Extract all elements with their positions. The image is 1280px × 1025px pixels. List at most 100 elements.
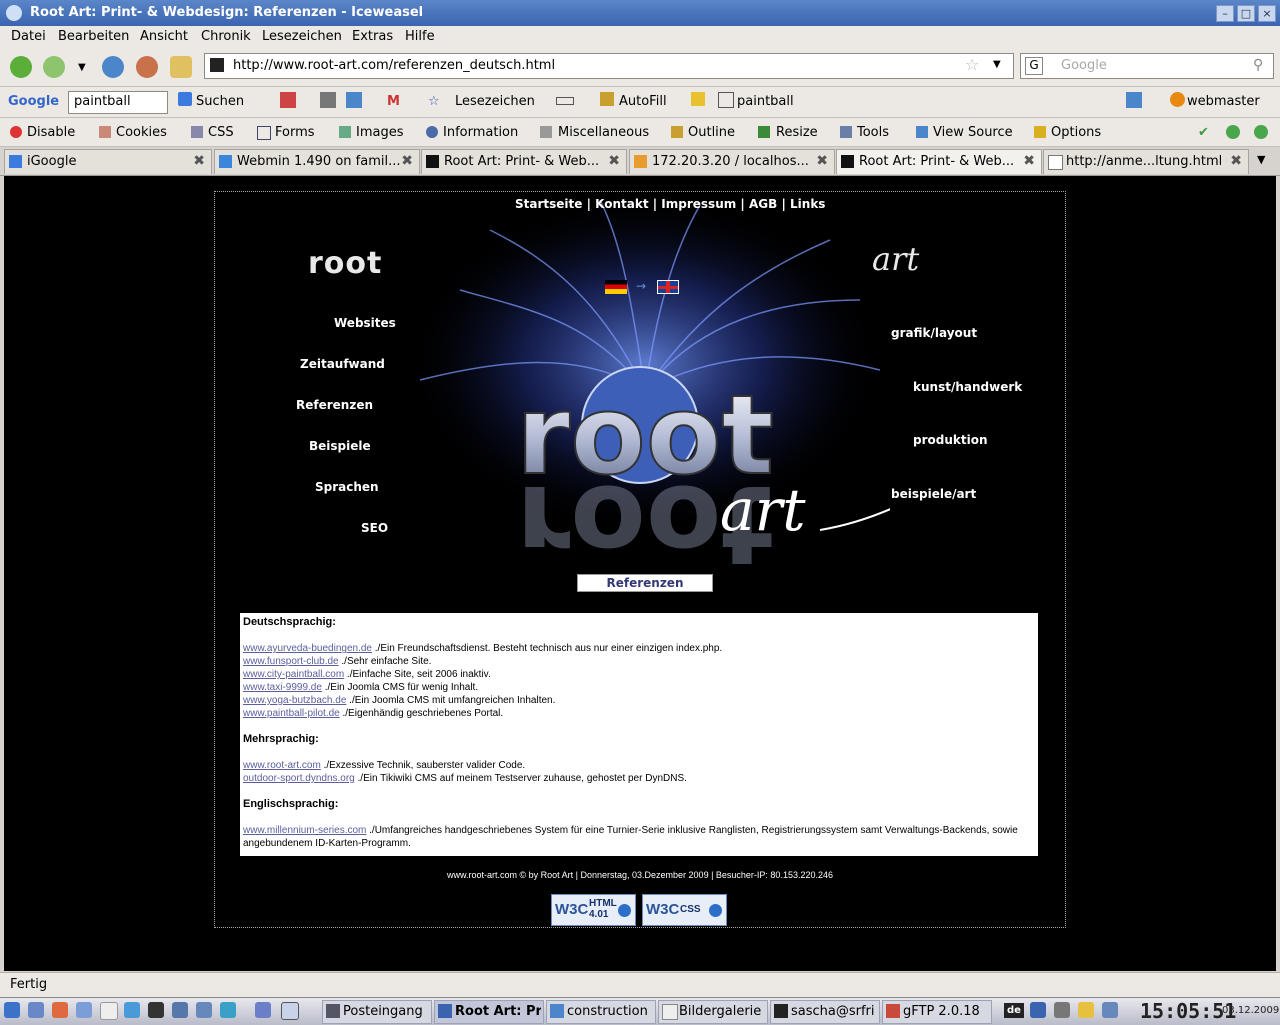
forward-icon[interactable] xyxy=(43,56,65,78)
menu-bearbeiten[interactable]: Bearbeiten xyxy=(58,29,129,44)
google-query-input[interactable]: paintball xyxy=(68,91,168,114)
tab-close-icon[interactable]: ✖ xyxy=(608,153,620,169)
volume-icon[interactable] xyxy=(1054,1002,1070,1018)
news-icon[interactable] xyxy=(320,92,336,108)
tab-close-icon[interactable]: ✖ xyxy=(401,153,413,169)
dev-options[interactable]: Options xyxy=(1051,125,1101,140)
dev-tools[interactable]: Tools xyxy=(857,125,889,140)
w3c-html-badge[interactable]: W3C HTML 4.01 xyxy=(551,894,636,926)
reference-link[interactable]: www.city-paintball.com xyxy=(243,669,344,680)
minimize-icon[interactable]: – xyxy=(1216,5,1234,22)
dev-view-source[interactable]: View Source xyxy=(933,125,1013,140)
bookmark-star-icon[interactable]: ☆ xyxy=(965,55,979,74)
nav-grafik-layout[interactable]: grafik/layout xyxy=(891,326,977,340)
google-engine-icon[interactable]: G xyxy=(1025,57,1043,75)
dev-cookies[interactable]: Cookies xyxy=(116,125,167,140)
tab-root-art-1[interactable]: Root Art: Print- & Web... ✖ xyxy=(421,149,627,174)
display-icon[interactable] xyxy=(1102,1002,1118,1018)
desktop-pager-1-icon[interactable] xyxy=(255,1002,271,1018)
wrench-icon[interactable] xyxy=(1126,92,1142,108)
css-valid-icon[interactable] xyxy=(1226,125,1240,139)
maximize-icon[interactable]: □ xyxy=(1237,5,1255,22)
menu-datei[interactable]: Datei xyxy=(11,29,46,44)
reference-link[interactable]: www.ayurveda-buedingen.de xyxy=(243,643,372,654)
stop-icon[interactable] xyxy=(136,56,158,78)
home-icon[interactable] xyxy=(170,56,192,78)
google-search-button[interactable]: Suchen xyxy=(196,94,244,109)
autofill-button[interactable]: AutoFill xyxy=(619,94,667,109)
dev-information[interactable]: Information xyxy=(443,125,518,140)
html-valid-icon[interactable] xyxy=(1254,125,1268,139)
bookmarks-toolbar-icon[interactable] xyxy=(280,92,296,108)
nav-seo[interactable]: SEO xyxy=(361,521,388,535)
menu-chronik[interactable]: Chronik xyxy=(201,29,251,44)
task-root-art[interactable]: Root Art: Pri xyxy=(434,1000,544,1024)
close-icon[interactable]: × xyxy=(1258,5,1276,22)
mail-icon[interactable] xyxy=(196,1002,212,1018)
search-box[interactable]: G Google ⚲ xyxy=(1020,53,1274,79)
account-button[interactable]: webmaster xyxy=(1187,94,1260,109)
plus-icon[interactable] xyxy=(346,92,362,108)
reference-link[interactable]: www.yoga-butzbach.de xyxy=(243,695,346,706)
nav-websites[interactable]: Websites xyxy=(334,316,396,330)
task-construction[interactable]: construction xyxy=(546,1000,656,1024)
nav-referenzen[interactable]: Referenzen xyxy=(296,398,373,412)
w3c-css-badge[interactable]: W3C CSS xyxy=(642,894,727,926)
menu-lesezeichen[interactable]: Lesezeichen xyxy=(262,29,342,44)
file-manager-icon[interactable] xyxy=(76,1002,92,1018)
tab-anmeldung[interactable]: http://anme...ltung.html ✖ xyxy=(1043,149,1249,174)
dev-outline[interactable]: Outline xyxy=(688,125,735,140)
tab-close-icon[interactable]: ✖ xyxy=(1230,153,1242,169)
menu-ansicht[interactable]: Ansicht xyxy=(140,29,188,44)
star-icon[interactable]: ☆ xyxy=(428,94,440,109)
home-folder-icon[interactable] xyxy=(52,1002,68,1018)
package-icon[interactable] xyxy=(124,1002,140,1018)
tab-close-icon[interactable]: ✖ xyxy=(193,153,205,169)
menu-extras[interactable]: Extras xyxy=(352,29,393,44)
sidewiki-icon[interactable] xyxy=(556,97,574,105)
show-desktop-icon[interactable] xyxy=(28,1002,44,1018)
tab-close-icon[interactable]: ✖ xyxy=(816,153,828,169)
task-gftp[interactable]: gFTP 2.0.18 xyxy=(882,1000,992,1024)
top-navigation[interactable]: Startseite | Kontakt | Impressum | AGB |… xyxy=(515,197,825,211)
reference-link[interactable]: www.root-art.com xyxy=(243,760,321,771)
menu-hilfe[interactable]: Hilfe xyxy=(405,29,435,44)
highlight-icon[interactable] xyxy=(691,92,705,106)
task-posteingang[interactable]: Posteingang xyxy=(322,1000,432,1024)
url-dropdown-icon[interactable]: ▼ xyxy=(993,59,1001,70)
reference-link[interactable]: www.funsport-club.de xyxy=(243,656,339,667)
tab-phpmyadmin[interactable]: 172.20.3.20 / localhos... ✖ xyxy=(629,149,835,174)
flag-german-icon[interactable] xyxy=(605,280,627,294)
messenger-icon[interactable] xyxy=(220,1002,236,1018)
dev-forms[interactable]: Forms xyxy=(275,125,315,140)
tab-close-icon[interactable]: ✖ xyxy=(1023,153,1035,169)
nav-zeitaufwand[interactable]: Zeitaufwand xyxy=(300,357,385,371)
find-term-button[interactable]: paintball xyxy=(737,94,794,109)
tab-list-dropdown-icon[interactable]: ▼ xyxy=(1257,153,1265,166)
terminal-icon[interactable] xyxy=(148,1002,164,1018)
tab-root-art-active[interactable]: Root Art: Print- & Web... ✖ xyxy=(836,149,1042,174)
tab-igoogle[interactable]: iGoogle ✖ xyxy=(4,149,212,174)
url-bar[interactable]: http://www.root-art.com/referenzen_deuts… xyxy=(204,53,1014,79)
task-terminal[interactable]: sascha@srfri xyxy=(770,1000,880,1024)
nav-produktion[interactable]: produktion xyxy=(913,433,988,447)
search-magnifier-icon[interactable]: ⚲ xyxy=(1253,57,1263,73)
reference-link[interactable]: www.taxi-9999.de xyxy=(243,682,322,693)
editor-icon[interactable] xyxy=(100,1002,118,1020)
dev-images[interactable]: Images xyxy=(356,125,404,140)
reload-icon[interactable] xyxy=(102,56,124,78)
reference-link[interactable]: www.millennium-series.com xyxy=(243,825,366,836)
tab-webmin[interactable]: Webmin 1.490 on famil... ✖ xyxy=(214,149,420,174)
reference-link[interactable]: www.paintball-pilot.de xyxy=(243,708,340,719)
dev-disable[interactable]: Disable xyxy=(27,125,75,140)
keyboard-layout-indicator[interactable]: de xyxy=(1004,1003,1024,1018)
browser-icon[interactable] xyxy=(172,1002,188,1018)
k-menu-icon[interactable] xyxy=(4,1002,20,1018)
reference-link[interactable]: outdoor-sport.dyndns.org xyxy=(243,773,355,784)
task-bildergalerie[interactable]: Bildergalerie f xyxy=(658,1000,768,1024)
network-icon[interactable] xyxy=(1030,1002,1046,1018)
desktop-pager-2-icon[interactable] xyxy=(281,1002,299,1020)
google-bookmarks-button[interactable]: Lesezeichen xyxy=(455,94,535,109)
gmail-icon[interactable]: M xyxy=(387,94,400,109)
history-dropdown-icon[interactable]: ▼ xyxy=(78,62,86,73)
